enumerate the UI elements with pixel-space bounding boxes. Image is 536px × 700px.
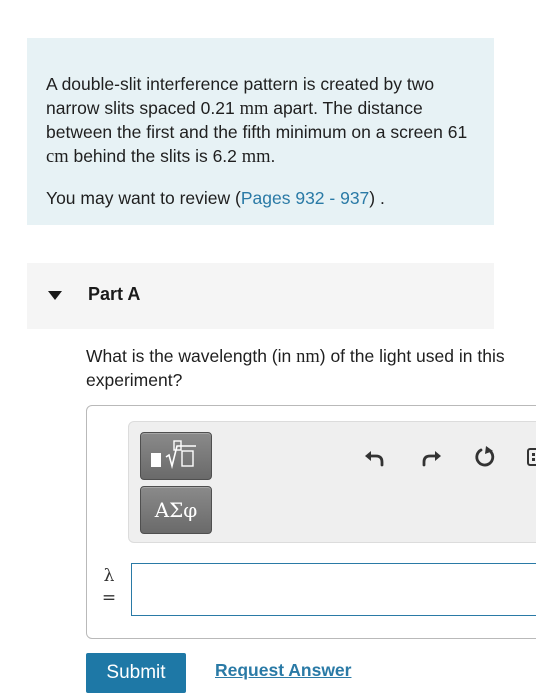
variable-symbol: λ xyxy=(103,566,115,586)
undo-icon[interactable] xyxy=(362,444,388,470)
symbols-button[interactable]: ΑΣφ xyxy=(140,486,212,534)
review-pages-link[interactable]: Pages 932 - 937 xyxy=(241,188,369,208)
fraction-radical-icon xyxy=(151,440,196,470)
review-note: You may want to review (Pages 932 - 937)… xyxy=(46,188,385,208)
unit-mm: mm xyxy=(239,98,269,119)
question-text: What is the wavelength (in nm) of the li… xyxy=(86,346,505,390)
collapse-caret-icon[interactable] xyxy=(48,291,62,300)
unit-nm: nm xyxy=(296,347,320,367)
redo-icon[interactable] xyxy=(418,444,444,470)
request-answer-link[interactable]: Request Answer xyxy=(215,660,351,681)
part-a-header[interactable]: Part A xyxy=(27,263,494,329)
keyboard-icon[interactable] xyxy=(525,444,536,470)
problem-statement: A double-slit interference pattern is cr… xyxy=(27,38,494,225)
unit-mm: mm xyxy=(241,146,271,167)
part-title: Part A xyxy=(88,284,141,304)
math-toolbar: ΑΣφ xyxy=(128,421,536,543)
variable-label: λ = xyxy=(96,565,122,609)
problem-text: A double-slit interference pattern is cr… xyxy=(46,74,468,167)
equals-sign: = xyxy=(101,588,117,608)
answer-input[interactable] xyxy=(131,563,536,616)
submit-button[interactable]: Submit xyxy=(86,653,186,693)
templates-button[interactable] xyxy=(140,432,212,480)
reset-icon[interactable] xyxy=(472,444,498,470)
unit-cm: cm xyxy=(46,146,69,167)
